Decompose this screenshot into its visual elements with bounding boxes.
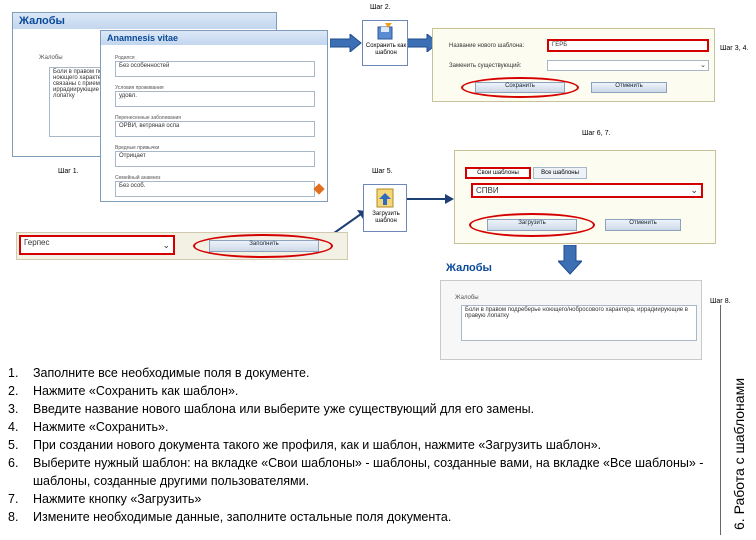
instructions-list: 1. Заполните все необходимые поля в докум… [8,364,708,526]
anamnesis-window: Anamnesis vitae Родился Без особенностей… [100,30,328,202]
step-6-7-label: Шаг 6, 7. [582,130,611,137]
list-item: 7. Нажмите кнопку «Загрузить» [8,492,202,506]
load-button-highlight [469,213,595,237]
chevron-down-icon: ⌄ [162,240,170,250]
list-item: 1. Заполните все необходимые поля в докум… [8,366,310,380]
arrow-right-icon [330,34,362,52]
save-template-icon [377,23,393,40]
result-window-title: Жалобы [446,262,492,274]
step-3-4-label: Шаг 3, 4. [720,45,749,52]
chevron-down-icon: ⌄ [690,185,698,195]
save-template-dialog: Название нового шаблона: ГЕРБ Заменить с… [432,28,715,102]
load-template-dialog: Свои шаблоны Все шаблоны СПВИ ⌄ Загрузит… [454,150,716,244]
template-fill-select[interactable]: Герпес ⌄ [19,235,175,255]
template-select[interactable]: СПВИ ⌄ [471,183,703,198]
template-select-value: СПВИ [476,186,499,195]
complaints-window-title: Жалобы [13,13,276,29]
anamnesis-field-input[interactable]: Без особ. [115,181,315,197]
fill-button-highlight [193,234,333,258]
load-template-label: Загрузить шаблон [372,211,400,224]
result-complaints-textarea[interactable]: Боли в правом подреберье ноющего/нобросо… [461,305,697,341]
replace-existing-select[interactable]: ⌄ [547,60,709,71]
chevron-down-icon: ⌄ [700,62,706,69]
step-1-label: Шаг 1. [58,168,79,175]
load-template-button[interactable]: Загрузить шаблон [363,184,407,232]
list-item: 3. Введите название нового шаблона или вы… [8,402,535,416]
anamnesis-field-input[interactable]: ОРВИ, ветряная оспа [115,121,315,137]
list-item: 2. Нажмите «Сохранить как шаблон». [8,384,239,398]
anamnesis-field-input[interactable]: удовл. [115,91,315,107]
step-2-label: Шаг 2. [370,4,391,11]
list-item: 8. Измените необходимые данные, заполните… [8,510,452,524]
result-section-label: Жалобы [455,295,479,301]
anamnesis-field-input[interactable]: Без особенностей [115,61,315,77]
side-title: 6. Работа с шаблонами [731,377,747,530]
result-window-header: Жалобы [440,258,702,280]
save-template-label: Сохранить как шаблон [365,43,407,56]
cancel-button[interactable]: Отменить [591,82,667,93]
complaints-section-label: Жалобы [39,55,63,61]
arrow-right-icon [407,194,454,204]
new-template-name-input[interactable]: ГЕРБ [547,39,709,52]
cancel-button[interactable]: Отменить [605,219,681,231]
tab-all-templates[interactable]: Все шаблоны [533,167,587,179]
template-fill-select-value: Герпес [24,238,50,247]
tab-my-templates[interactable]: Свои шаблоны [465,167,531,179]
side-title-bar: 6. Работа с шаблонами [720,305,756,535]
list-item: 6. Выберите нужный шаблон: на вкладке «Св… [8,456,704,488]
new-template-name-label: Название нового шаблона: [449,43,525,49]
fill-template-bar: Герпес ⌄ Заполнить [16,232,348,260]
list-item: 5. При создании нового документа такого ж… [8,438,602,452]
save-button-highlight [461,77,579,98]
anamnesis-field-input[interactable]: Отрицает [115,151,315,167]
step-5-label: Шаг 5. [372,168,393,175]
anamnesis-window-title: Anamnesis vitae [101,31,327,45]
replace-existing-label: Заменить существующий: [449,63,522,69]
edit-pencil-icon[interactable] [313,183,325,195]
load-template-icon [376,188,394,208]
result-window: Жалобы Боли в правом подреберье ноющего/… [440,280,702,360]
list-item: 4. Нажмите «Сохранить». [8,420,169,434]
save-as-template-button[interactable]: Сохранить как шаблон [362,20,408,66]
step-8-label: Шаг 8. [710,298,731,305]
